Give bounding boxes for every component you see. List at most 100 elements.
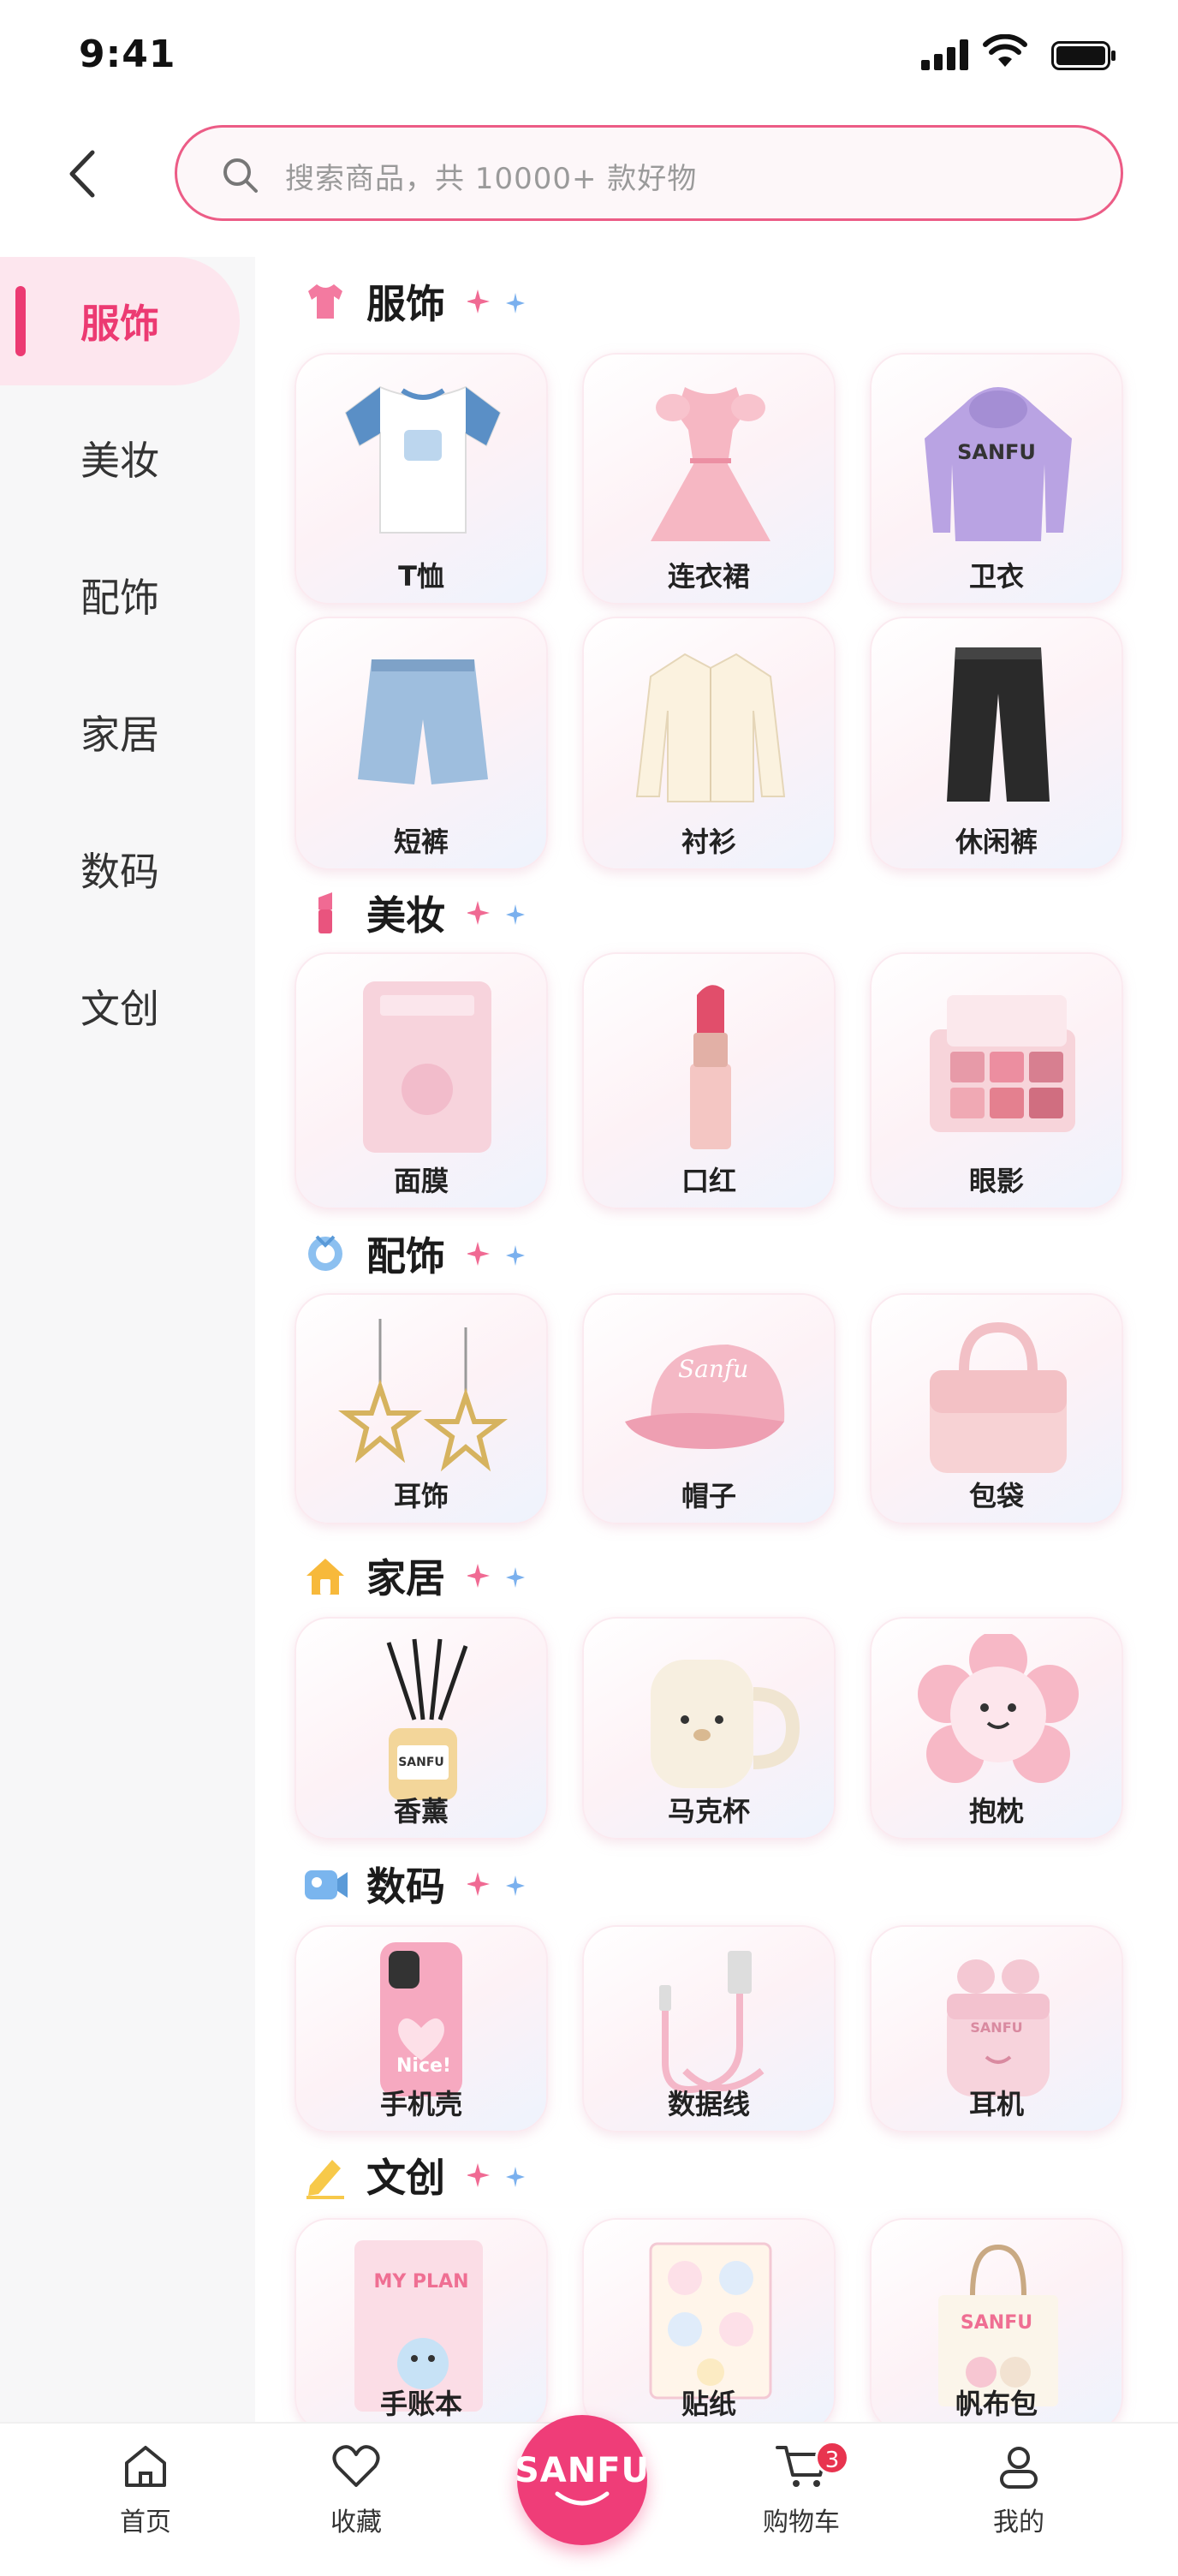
handbag-image	[930, 1321, 1067, 1473]
product-card-shorts[interactable]: 短裤	[294, 617, 548, 870]
product-label: 面膜	[393, 1165, 449, 1197]
product-label: 抱枕	[968, 1795, 1024, 1828]
eyeshadow-image	[930, 995, 1075, 1132]
phone-case-text: Nice!	[396, 2055, 451, 2077]
sidebar-item-digital[interactable]: 数码	[0, 805, 255, 933]
lipstick-icon	[318, 892, 332, 933]
tote-print-text: SANFU	[960, 2312, 1033, 2334]
flower-pillow-image	[918, 1634, 1079, 1783]
earbuds-case-text: SANFU	[970, 2019, 1023, 2036]
product-label: 口红	[681, 1165, 736, 1197]
house-icon	[306, 1559, 344, 1595]
product-label: 短裤	[393, 826, 449, 858]
user-icon	[1000, 2447, 1038, 2489]
section-title: 配饰	[366, 1233, 445, 1279]
tab-label: 首页	[120, 2507, 171, 2537]
sidebar-item-home[interactable]: 家居	[0, 668, 255, 796]
cap-logo-text: Sanfu	[678, 1355, 749, 1383]
status-time: 9:41	[79, 33, 176, 76]
sidebar-item-beauty[interactable]: 美妆	[0, 394, 255, 522]
product-card-earbuds[interactable]: SANFU 耳机	[870, 1925, 1123, 2132]
product-card-diffuser[interactable]: SANFU 香薰	[294, 1617, 548, 1840]
product-card-shirt[interactable]: 衬衫	[582, 617, 836, 870]
section-header-digital: 数码	[301, 1850, 527, 1918]
product-card-bag[interactable]: 包袋	[870, 1293, 1123, 1524]
earrings-image	[338, 1319, 508, 1472]
necklace-icon	[308, 1235, 342, 1271]
product-card-earrings[interactable]: 耳饰	[294, 1293, 548, 1524]
lipstick-image	[690, 985, 731, 1149]
sidebar-item-accessories[interactable]: 配饰	[0, 531, 255, 659]
tab-home[interactable]: 首页	[68, 2441, 223, 2569]
tab-label: 我的	[993, 2507, 1044, 2537]
cart-count-badge: 3	[815, 2441, 849, 2475]
sparkle-icon	[467, 289, 525, 313]
search-input[interactable]: 搜索商品，共 10000+ 款好物	[175, 125, 1123, 221]
camera-icon	[305, 1870, 348, 1899]
product-label: 帆布包	[955, 2388, 1038, 2420]
product-label: 包袋	[968, 1480, 1024, 1512]
sparkle-icon	[467, 2163, 525, 2187]
sparkle-icon	[467, 1242, 525, 1266]
tshirt-icon	[308, 284, 342, 319]
usb-cable-image	[659, 1951, 765, 2093]
smile-icon	[555, 2491, 610, 2506]
hoodie-print-text: SANFU	[957, 440, 1036, 464]
logo-text: SANFU	[514, 2451, 651, 2490]
product-label: 贴纸	[681, 2388, 736, 2420]
sanfu-logo-button[interactable]: SANFU	[514, 2415, 651, 2545]
product-card-dress[interactable]: 连衣裙	[582, 353, 836, 605]
product-card-mask[interactable]: 面膜	[294, 952, 548, 1209]
product-card-tote[interactable]: SANFU 帆布包	[870, 2218, 1123, 2422]
product-label: 帽子	[681, 1480, 736, 1512]
product-card-mug[interactable]: 马克杯	[582, 1617, 836, 1840]
product-card-hoodie[interactable]: SANFU 卫衣	[870, 353, 1123, 605]
sparkle-icon	[467, 901, 525, 925]
product-card-pillow[interactable]: 抱枕	[870, 1617, 1123, 1840]
bottom-tab-bar: 首页 收藏 SANFU 3 购物车 我的	[0, 2415, 1178, 2576]
tab-favorites[interactable]: 收藏	[279, 2441, 433, 2569]
product-card-tshirt[interactable]: T恤	[294, 353, 548, 605]
product-label: 数据线	[667, 2088, 750, 2120]
sidebar-item-stationery[interactable]: 文创	[0, 942, 255, 1070]
heart-icon	[332, 2445, 380, 2487]
sparkle-icon	[467, 1564, 525, 1588]
section-title: 文创	[366, 2155, 445, 2201]
diffuser-image	[386, 1638, 468, 1800]
search-placeholder: 搜索商品，共 10000+ 款好物	[285, 162, 698, 196]
tab-label: 收藏	[330, 2507, 382, 2537]
product-label: 手机壳	[379, 2088, 462, 2120]
battery-icon	[1051, 41, 1116, 70]
tab-mine[interactable]: 我的	[942, 2441, 1096, 2569]
product-card-pants[interactable]: 休闲裤	[870, 617, 1123, 870]
product-card-cable[interactable]: 数据线	[582, 1925, 836, 2132]
search-icon	[223, 158, 258, 193]
section-title: 美妆	[366, 892, 445, 939]
section-title: 服饰	[366, 281, 445, 327]
tab-cart[interactable]: 3 购物车	[724, 2441, 878, 2569]
product-label: 手账本	[379, 2388, 462, 2420]
product-label: 眼影	[968, 1165, 1024, 1197]
wifi-icon	[983, 34, 1027, 67]
home-icon	[125, 2446, 166, 2487]
product-card-phonecase[interactable]: Nice! 手机壳	[294, 1925, 548, 2132]
product-card-stickers[interactable]: 贴纸	[582, 2218, 836, 2422]
product-label: 耳饰	[393, 1480, 449, 1512]
shorts-image	[358, 659, 488, 784]
section-header-stationery: 文创	[301, 2141, 527, 2209]
product-card-cap[interactable]: Sanfu 帽子	[582, 1293, 836, 1524]
product-card-notebook[interactable]: MY PLAN 手账本	[294, 2218, 548, 2422]
category-content: 服饰 T恤 连衣裙 SANFU 卫衣 短裤 衬衫 休闲裤 美妆 面膜 口红 眼影…	[255, 257, 1178, 2422]
product-card-eyeshadow[interactable]: 眼影	[870, 952, 1123, 1209]
section-title: 数码	[366, 1863, 445, 1910]
section-header-home: 家居	[301, 1541, 527, 1610]
back-icon[interactable]	[60, 144, 111, 204]
pants-image	[947, 647, 1050, 802]
shirt-image	[635, 653, 786, 802]
product-label: T恤	[398, 560, 444, 593]
product-card-lipstick[interactable]: 口红	[582, 952, 836, 1209]
sidebar-item-apparel[interactable]: 服饰	[0, 257, 240, 385]
section-header-accessories: 配饰	[301, 1219, 527, 1288]
diffuser-label-text: SANFU	[398, 1756, 444, 1769]
product-label: 卫衣	[968, 560, 1024, 593]
